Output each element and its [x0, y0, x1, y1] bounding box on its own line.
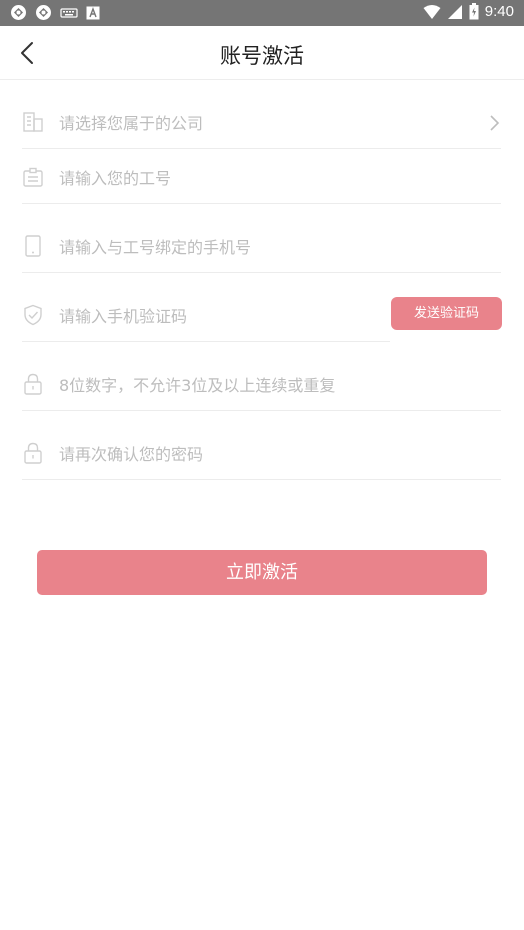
status-left-icons: [10, 4, 100, 21]
password-input[interactable]: [59, 373, 481, 397]
sync-icon: [36, 5, 51, 20]
status-time: 9:40: [484, 3, 514, 20]
sync-icon: [11, 5, 26, 20]
font-icon: [86, 6, 100, 19]
nav-bar: 账号激活: [0, 26, 524, 80]
badge-icon: [23, 167, 43, 187]
send-code-button[interactable]: 发送验证码: [391, 297, 502, 330]
password-row: [22, 343, 501, 411]
company-select[interactable]: [22, 97, 501, 149]
signal-icon: [447, 4, 462, 19]
status-bar: 9:40: [0, 0, 524, 26]
chevron-right-icon: [490, 115, 500, 131]
sms-code-input[interactable]: [59, 304, 370, 328]
activate-button[interactable]: 立即激活: [37, 550, 487, 595]
sms-code-row: [22, 274, 390, 342]
battery-icon: [469, 3, 479, 20]
confirm-password-row: [22, 412, 501, 480]
status-right-icons: 9:40: [423, 3, 514, 20]
wifi-icon: [423, 4, 441, 19]
shield-check-icon: [24, 304, 42, 326]
confirm-password-input[interactable]: [59, 442, 481, 466]
employee-id-row: [22, 150, 501, 204]
employee-id-input[interactable]: [59, 166, 481, 190]
phone-row: [22, 205, 501, 273]
phone-input[interactable]: [59, 235, 481, 259]
company-input[interactable]: [59, 111, 481, 135]
lock-icon: [24, 442, 42, 464]
keyboard-icon: [60, 7, 78, 18]
phone-icon: [25, 235, 41, 257]
building-icon: [23, 112, 43, 132]
page-title: 账号激活: [220, 44, 304, 68]
lock-icon: [24, 373, 42, 395]
